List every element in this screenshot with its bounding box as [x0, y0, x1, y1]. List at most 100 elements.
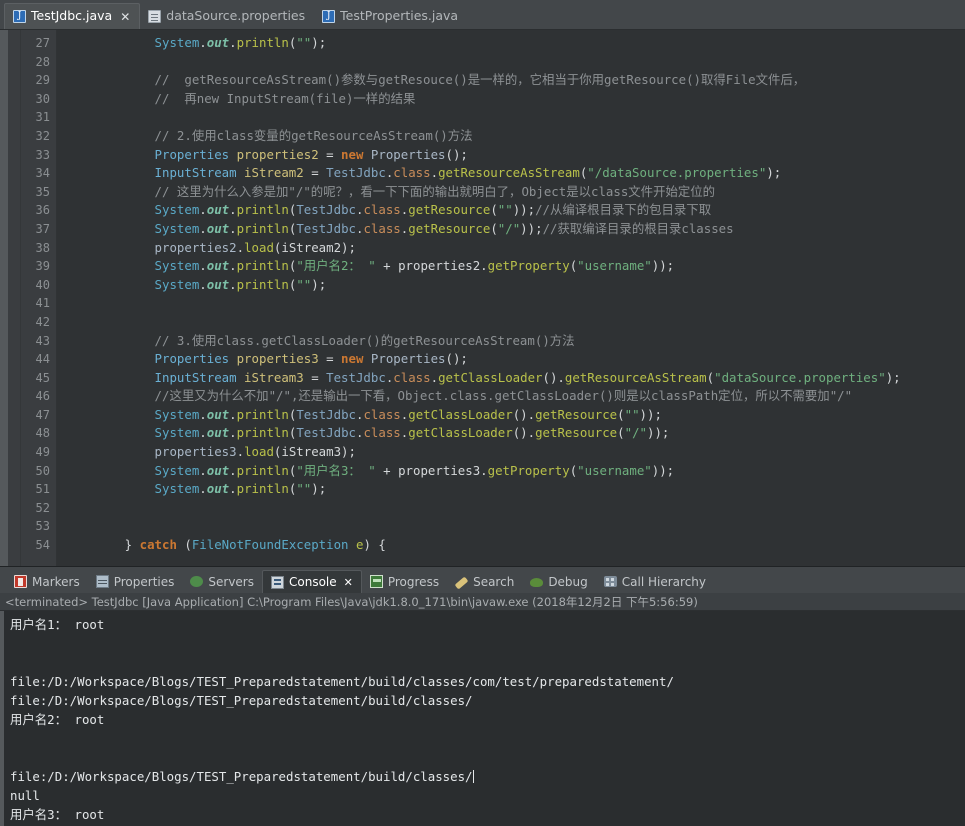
close-icon[interactable]: ✕ — [120, 11, 130, 23]
view-tab-label: Search — [473, 574, 515, 589]
code-token: TestJdbc — [326, 165, 386, 181]
code-token: properties3 — [154, 444, 237, 460]
code-token: out — [206, 406, 230, 422]
code-token: . — [236, 444, 245, 460]
code-line: Properties properties3 = new Properties(… — [65, 350, 965, 369]
code-token: load — [244, 239, 274, 255]
code-token: getClassLoader — [408, 406, 513, 422]
code-token: getResource — [408, 220, 491, 236]
console-output[interactable]: 用户名1： root file:/D:/Workspace/Blogs/TEST_… — [0, 611, 965, 826]
code-token: "" — [296, 481, 312, 497]
console-line-text: file:/D:/Workspace/Blogs/TEST_Preparedst… — [10, 674, 674, 689]
code-token: System — [154, 220, 200, 236]
code-token: // getResourceAsStream()参数与getResouce()是… — [154, 72, 806, 88]
console-line-text: 用户名2： root — [10, 712, 105, 727]
code-line: System.out.println(TestJdbc.class.getRes… — [65, 220, 965, 239]
code-token: //这里又为什么不加"/",还是输出一下看，Object.class.getCl… — [154, 388, 853, 404]
code-line: // 再new InputStream(file)一样的结果 — [65, 90, 965, 109]
console-line-text: file:/D:/Workspace/Blogs/TEST_Preparedst… — [10, 693, 473, 708]
editor-tab-label: TestProperties.java — [340, 7, 459, 23]
code-token: . — [229, 462, 237, 478]
code-token: println — [236, 220, 289, 236]
code-line: // 2.使用class变量的getResourceAsStream()方法 — [65, 127, 965, 146]
view-tab-markers[interactable]: Markers — [6, 570, 88, 593]
line-number: 43 — [35, 333, 50, 348]
code-token: )); — [651, 462, 675, 478]
code-token: ( — [706, 369, 715, 385]
code-token: System — [154, 258, 200, 274]
code-token: . — [199, 481, 207, 497]
progress-icon — [369, 575, 383, 588]
code-token: (). — [542, 369, 565, 385]
code-token: Properties — [154, 146, 230, 162]
code-token: out — [206, 276, 230, 292]
editor-tab-datasource-properties[interactable]: dataSource.properties — [140, 3, 314, 29]
editor-annotation-column[interactable] — [8, 30, 21, 566]
code-token: getProperty — [487, 462, 570, 478]
code-line: System.out.println("用户名3： " + properties… — [65, 462, 965, 481]
code-line: System.out.println(TestJdbc.class.getRes… — [65, 201, 965, 220]
code-token: ); — [311, 481, 327, 497]
code-token: properties3 — [229, 351, 327, 367]
code-token: // 3.使用class.getClassLoader()的getResourc… — [154, 332, 575, 348]
line-number: 31 — [35, 110, 50, 125]
view-tab-console[interactable]: Console ✕ — [262, 570, 362, 593]
line-number: 54 — [35, 538, 50, 553]
editor-tab-label: TestJdbc.java — [31, 8, 113, 24]
line-number: 27 — [35, 36, 50, 50]
code-line: System.out.println(""); — [65, 34, 965, 53]
code-token: getResource — [535, 406, 618, 422]
editor-area: 27 28 29 30 31 32 33 34 35 36 37 38 39 40 41 42 43 44 45 46… — [0, 30, 965, 566]
code-line: properties3.load(iStream3); — [65, 443, 965, 462]
close-icon[interactable]: ✕ — [344, 576, 353, 589]
view-tab-search[interactable]: Search — [447, 570, 522, 593]
code-token: "用户名2： " — [296, 258, 376, 274]
view-tab-call-hierarchy[interactable]: Call Hierarchy — [596, 570, 714, 593]
code-token: . — [229, 481, 237, 497]
line-number: 46 — [35, 389, 50, 404]
code-line: System.out.println(TestJdbc.class.getCla… — [65, 406, 965, 425]
view-tab-progress[interactable]: Progress — [362, 570, 447, 593]
code-token: InputStream — [154, 165, 237, 181]
code-token: class — [393, 165, 431, 181]
view-tab-servers[interactable]: Servers — [182, 570, 262, 593]
code-token: } — [65, 537, 140, 553]
line-number: 42 — [35, 314, 50, 329]
editor-tab-testjdbc-java[interactable]: TestJdbc.java ✕ — [4, 3, 141, 29]
line-number: 37 — [35, 221, 50, 236]
text-caret — [472, 770, 474, 783]
servers-icon — [190, 576, 204, 587]
code-token: println — [236, 481, 289, 497]
code-token: )); — [520, 220, 543, 236]
code-line: //这里又为什么不加"/",还是输出一下看，Object.class.getCl… — [65, 387, 965, 406]
view-tab-properties[interactable]: Properties — [88, 570, 183, 593]
code-token: "/" — [497, 220, 521, 236]
view-tab-debug[interactable]: Debug — [522, 570, 595, 593]
code-token: class — [363, 425, 401, 441]
code-token: . — [430, 369, 439, 385]
code-token: out — [206, 220, 230, 236]
line-number: 28 — [35, 54, 50, 69]
code-token: Properties — [370, 146, 446, 162]
bottom-view-panel: Markers Properties Servers Console ✕ Progress… — [0, 566, 965, 826]
code-token: TestJdbc — [296, 220, 356, 236]
view-tab-label: Progress — [387, 574, 440, 589]
console-output-line: 用户名2： root — [10, 710, 959, 729]
line-number: 47 — [35, 407, 50, 422]
code-token: (); — [445, 351, 468, 367]
console-line-text: file:/D:/Workspace/Blogs/TEST_Preparedst… — [10, 769, 473, 784]
code-token: ( — [617, 406, 625, 422]
code-token: . — [199, 35, 207, 50]
code-token: ); — [766, 165, 782, 181]
code-text-area[interactable]: System.out.println(""); // getResourceAs… — [57, 30, 965, 566]
code-token: properties2 — [154, 239, 237, 255]
editor-tab-testproperties-java[interactable]: TestProperties.java — [314, 3, 467, 29]
